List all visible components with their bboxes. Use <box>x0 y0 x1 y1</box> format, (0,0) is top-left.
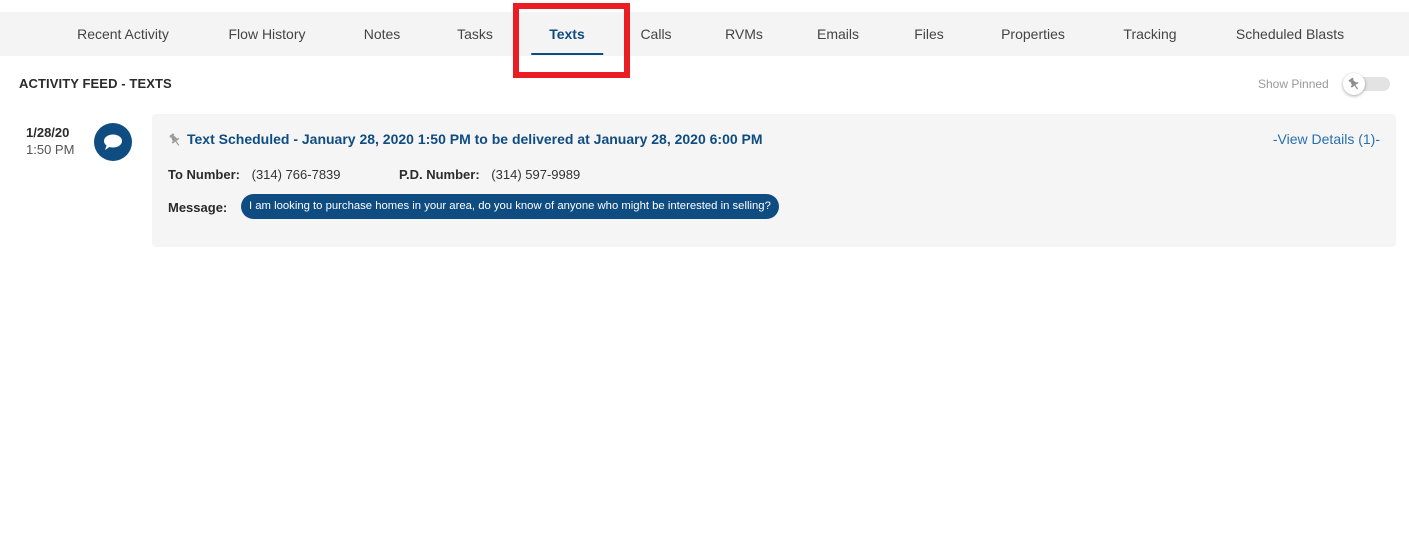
tab-flow-history[interactable]: Flow History <box>228 12 305 56</box>
tab-tracking[interactable]: Tracking <box>1123 12 1176 56</box>
tab-highlight-box <box>513 3 630 78</box>
message-label: Message: <box>168 200 228 215</box>
tab-label: Emails <box>816 26 860 42</box>
tab-label: Calls <box>640 26 672 42</box>
entry-date: 1/28/20 <box>26 125 70 140</box>
to-number-value: (314) 766-7839 <box>251 167 341 182</box>
to-number-row: To Number: (314) 766-7839 <box>168 167 341 182</box>
tab-tasks[interactable]: Tasks <box>457 12 493 56</box>
tab-label: Properties <box>1001 26 1065 42</box>
entry-time: 1:50 PM <box>26 142 75 157</box>
tab-label: RVMs <box>725 26 763 42</box>
pin-icon <box>1348 77 1359 90</box>
tab-label: Scheduled Blasts <box>1235 26 1345 42</box>
tab-bar: Recent Activity Flow History Notes Tasks… <box>0 12 1409 56</box>
pd-number-row: P.D. Number: (314) 597-9989 <box>399 167 580 182</box>
view-details-link[interactable]: -View Details (1)- <box>1273 131 1380 147</box>
tab-rvms[interactable]: RVMs <box>725 12 763 56</box>
tab-scheduled-blasts[interactable]: Scheduled Blasts <box>1236 12 1344 56</box>
tab-label: Files <box>914 26 944 42</box>
entry-title: Text Scheduled - January 28, 2020 1:50 P… <box>187 131 763 147</box>
tab-calls[interactable]: Calls <box>640 12 671 56</box>
tab-label: Flow History <box>228 26 306 42</box>
show-pinned-label: Show Pinned <box>1258 77 1329 91</box>
tab-label: Tracking <box>1123 26 1177 42</box>
chat-bubble-icon <box>94 123 132 161</box>
activity-card: Text Scheduled - January 28, 2020 1:50 P… <box>152 114 1396 247</box>
tab-properties[interactable]: Properties <box>1001 12 1065 56</box>
pin-icon[interactable] <box>166 131 184 149</box>
show-pinned-toggle[interactable] <box>1342 73 1390 95</box>
tab-emails[interactable]: Emails <box>817 12 859 56</box>
tab-label: Tasks <box>457 26 493 42</box>
tab-files[interactable]: Files <box>914 12 944 56</box>
to-number-label: To Number: <box>168 167 240 182</box>
tab-notes[interactable]: Notes <box>364 12 401 56</box>
pd-number-value: (314) 597-9989 <box>491 167 581 182</box>
page-title: ACTIVITY FEED - TEXTS <box>19 76 172 91</box>
tab-recent-activity[interactable]: Recent Activity <box>77 12 169 56</box>
tab-label: Recent Activity <box>77 26 169 42</box>
pd-number-label: P.D. Number: <box>399 167 480 182</box>
entry-timestamp: 1/28/20 1:50 PM <box>26 125 86 159</box>
message-bubble: I am looking to purchase homes in your a… <box>241 194 779 219</box>
tab-label: Notes <box>363 26 401 42</box>
toggle-knob <box>1343 73 1365 95</box>
